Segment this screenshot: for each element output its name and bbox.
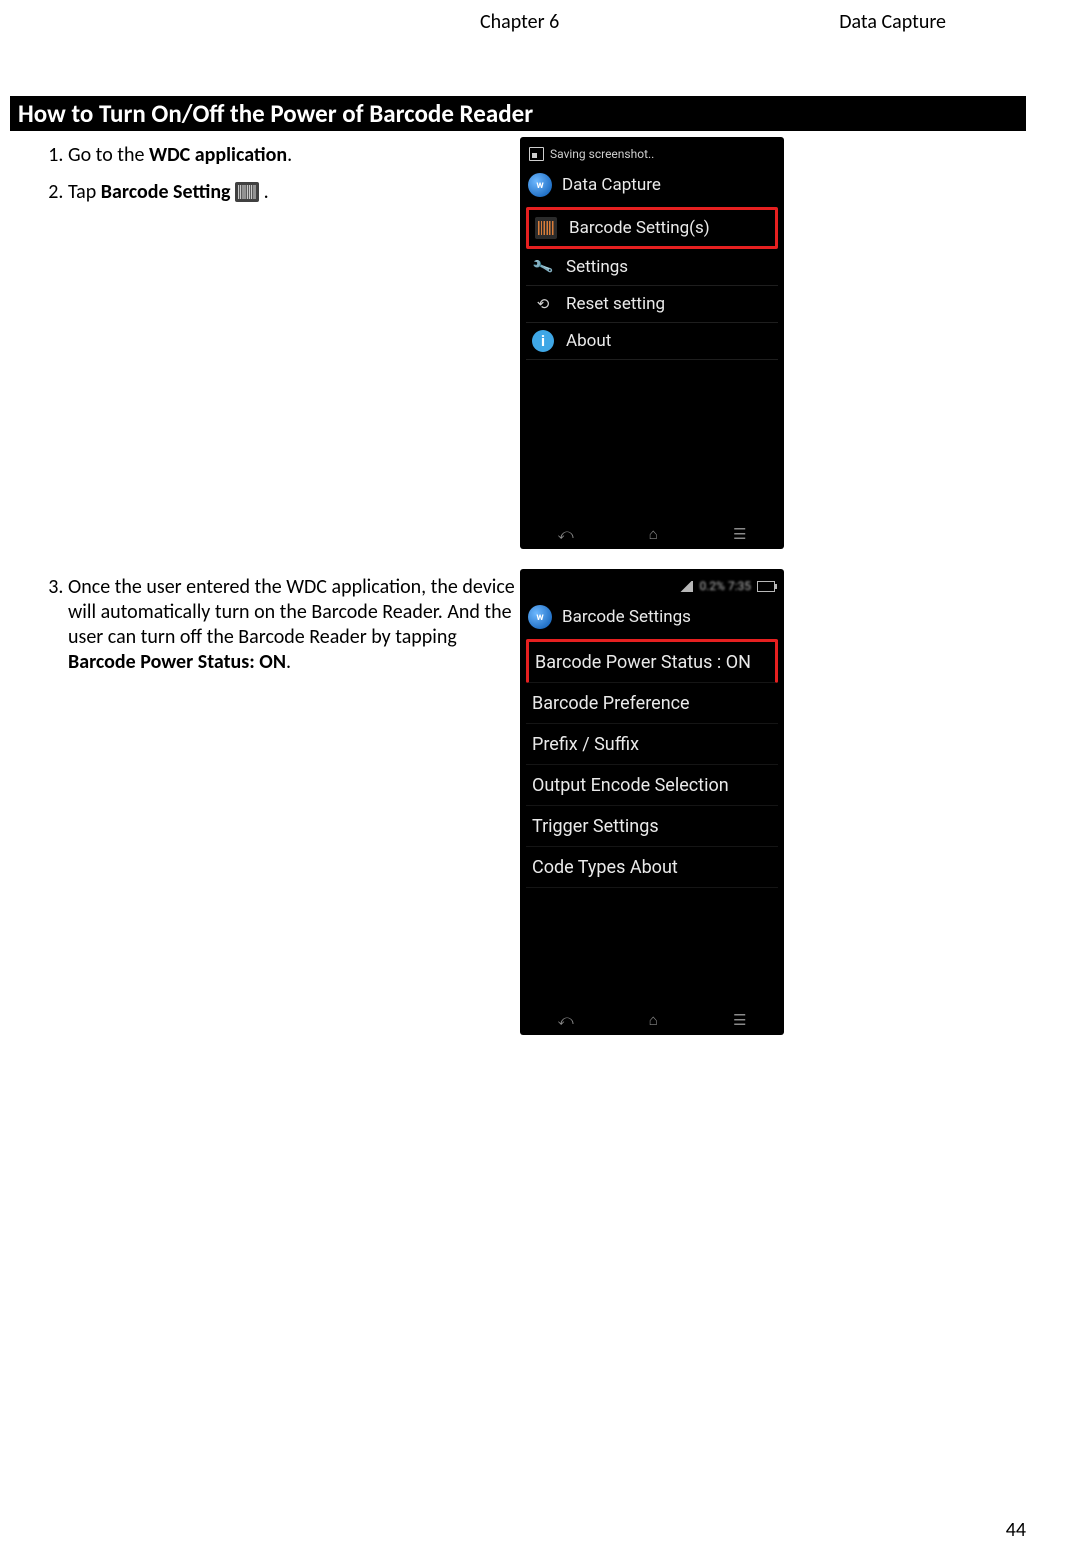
nav-buttons: ⤺ ⌂ ☰	[520, 1009, 784, 1031]
running-header: Chapter 6 Data Capture	[400, 10, 1026, 34]
nav-buttons: ⤺ ⌂ ☰	[520, 523, 784, 545]
step-1-bold: WDC application	[149, 143, 287, 167]
phone-1-menu-list: Barcode Setting(s) 🔧 Settings ⟲ Reset se…	[526, 205, 778, 360]
step-3-bold: Barcode Power Status: ON	[68, 650, 286, 674]
signal-icon	[679, 581, 693, 592]
phone-2: 0.2% 7:35 w Barcode Settings Barcode Pow…	[520, 569, 784, 1035]
phone-1-status-text: Saving screenshot..	[550, 147, 654, 161]
setting-item-code-types[interactable]: Code Types About	[526, 847, 778, 888]
home-icon[interactable]: ⌂	[649, 525, 658, 543]
step-block-2: Once the user entered the WDC applicatio…	[10, 569, 1026, 1035]
chapter-label: Chapter 6	[480, 10, 559, 34]
phone-2-app-title: Barcode Settings	[562, 607, 691, 627]
step-2-bold: Barcode Setting	[101, 180, 231, 204]
setting-item-trigger-settings[interactable]: Trigger Settings	[526, 806, 778, 847]
setting-label: Barcode Power Status : ON	[535, 652, 751, 673]
phone-1: Saving screenshot.. w Data Capture Barco…	[520, 137, 784, 549]
step-1: Go to the WDC application.	[68, 143, 520, 168]
step-1-post: .	[287, 143, 292, 167]
setting-label: Output Encode Selection	[532, 775, 729, 796]
setting-item-prefix-suffix[interactable]: Prefix / Suffix	[526, 724, 778, 765]
menu-label: Barcode Setting(s)	[569, 218, 710, 238]
image-icon	[529, 147, 544, 161]
setting-item-output-encode[interactable]: Output Encode Selection	[526, 765, 778, 806]
wdc-logo-icon: w	[528, 173, 552, 197]
menu-label: Settings	[566, 257, 628, 277]
wdc-logo-icon: w	[528, 605, 552, 629]
phone-1-titlebar: w Data Capture	[526, 165, 778, 205]
page-number: 44	[1006, 1518, 1026, 1542]
menu-item-barcode-settings[interactable]: Barcode Setting(s)	[526, 207, 778, 249]
menu-item-about[interactable]: i About	[526, 323, 778, 360]
page: Chapter 6 Data Capture How to Turn On/Of…	[0, 0, 1081, 1560]
recent-icon[interactable]: ☰	[733, 525, 746, 543]
barcode-icon	[535, 217, 557, 239]
recent-icon[interactable]: ☰	[733, 1011, 746, 1029]
setting-item-power-status[interactable]: Barcode Power Status : ON	[526, 639, 778, 683]
menu-label: About	[566, 331, 611, 351]
step-2-post: .	[259, 180, 269, 204]
phone-2-col: 0.2% 7:35 w Barcode Settings Barcode Pow…	[520, 569, 790, 1035]
phone-2-status-text: 0.2% 7:35	[699, 579, 751, 593]
section-label: Data Capture	[839, 10, 946, 34]
wrench-icon: 🔧	[529, 253, 557, 281]
home-icon[interactable]: ⌂	[649, 1011, 658, 1029]
step-1-pre: Go to the	[68, 143, 149, 167]
setting-label: Barcode Preference	[532, 693, 690, 714]
setting-item-preference[interactable]: Barcode Preference	[526, 683, 778, 724]
step-3-pre: Once the user entered the WDC applicatio…	[68, 575, 515, 649]
menu-item-settings[interactable]: 🔧 Settings	[526, 249, 778, 286]
menu-label: Reset setting	[566, 294, 665, 314]
barcode-icon	[235, 182, 259, 202]
phone-1-col: Saving screenshot.. w Data Capture Barco…	[520, 137, 790, 549]
phone-2-menu-list: Barcode Power Status : ON Barcode Prefer…	[526, 637, 778, 888]
section-heading: How to Turn On/Off the Power of Barcode …	[10, 96, 1026, 131]
step-block-1: Go to the WDC application. Tap Barcode S…	[10, 137, 1026, 549]
phone-2-status-bar: 0.2% 7:35	[526, 575, 778, 597]
step-3-post: .	[286, 650, 291, 674]
back-icon[interactable]: ⤺	[558, 525, 574, 543]
steps-column-2: Once the user entered the WDC applicatio…	[10, 569, 520, 687]
step-3: Once the user entered the WDC applicatio…	[68, 575, 520, 675]
refresh-icon: ⟲	[532, 293, 554, 315]
setting-label: Trigger Settings	[532, 816, 659, 837]
info-icon: i	[532, 330, 554, 352]
battery-icon	[757, 581, 775, 592]
setting-label: Prefix / Suffix	[532, 734, 639, 755]
back-icon[interactable]: ⤺	[558, 1011, 574, 1029]
menu-item-reset[interactable]: ⟲ Reset setting	[526, 286, 778, 323]
step-2-pre: Tap	[68, 180, 101, 204]
phone-1-app-title: Data Capture	[562, 175, 661, 195]
step-2: Tap Barcode Setting .	[68, 180, 520, 205]
setting-label: Code Types About	[532, 857, 678, 878]
steps-column-1: Go to the WDC application. Tap Barcode S…	[10, 137, 520, 217]
phone-1-status-bar: Saving screenshot..	[526, 143, 778, 165]
phone-2-titlebar: w Barcode Settings	[526, 597, 778, 637]
